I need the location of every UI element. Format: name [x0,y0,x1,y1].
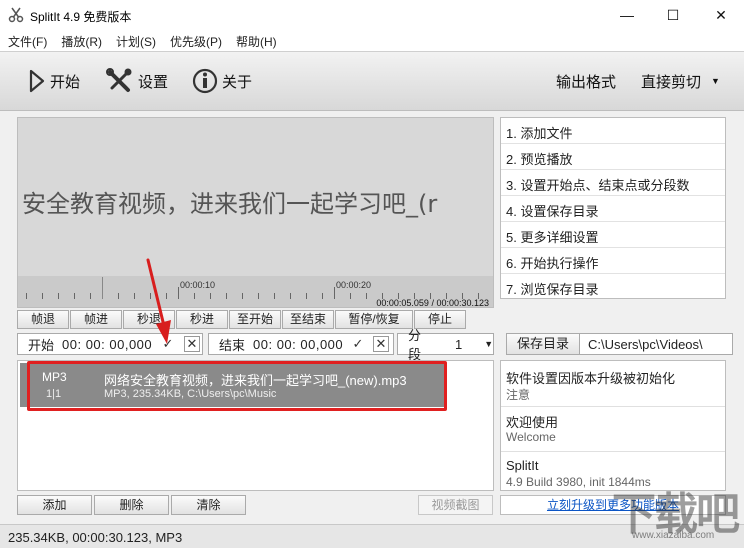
window-title: SplitIt 4.9 免费版本 [30,10,132,24]
minimize-button[interactable]: — [604,0,650,30]
settings-label: 设置 [138,73,169,91]
time-readout: 00:00:05.059 / 00:00:30.123 [376,298,489,308]
info-welcome-sub: Welcome [506,430,556,444]
video-snapshot-button[interactable]: 视频截图 [418,495,493,515]
menu-play[interactable]: 播放(R) [53,30,108,51]
set-end-check-icon[interactable]: ✓ [350,336,366,352]
save-directory-row: 保存目录 C:\Users\pc\Videos\ [506,333,733,355]
step-execute[interactable]: 6. 开始执行操作 [506,253,598,272]
split-label: 分段 [408,328,422,362]
dropdown-arrow-icon: ▼ [711,76,720,86]
step-add-file[interactable]: 1. 添加文件 [506,123,572,142]
info-icon [192,68,218,94]
video-preview[interactable]: 安全教育视频，进来我们一起学习吧_(r 00:00:10 00:00:20 00… [17,117,494,308]
play-icon [29,69,45,93]
scissors-app-icon [8,7,24,23]
toolbar: 开始 设置 关于 输出格式 直接剪切 ▼ [0,51,744,111]
info-welcome-title: 欢迎使用 [506,415,559,430]
start-label: 开始 [28,337,55,353]
split-dropdown-arrow-icon: ▼ [484,339,494,349]
split-count-value: 1 [455,336,463,352]
info-notice-title: 软件设置因版本升级被初始化 [506,371,676,386]
menu-help[interactable]: 帮助(H) [228,30,283,51]
end-time-field[interactable]: 结束 00: 00: 00,000 [208,333,394,355]
preview-caption: 安全教育视频，进来我们一起学习吧_(r [22,190,438,218]
settings-button[interactable]: 设置 [106,64,168,98]
info-app-title: SplitIt [506,458,539,473]
about-button[interactable]: 关于 [192,64,252,98]
save-directory-button[interactable]: 保存目录 [507,334,580,354]
end-label: 结束 [219,337,246,353]
clear-button[interactable]: 清除 [171,495,246,515]
step-set-points[interactable]: 3. 设置开始点、结束点或分段数 [506,175,689,194]
file-actions: 添加 删除 清除 [17,495,248,515]
about-label: 关于 [222,73,253,91]
info-panel: 软件设置因版本升级被初始化 注意 欢迎使用 Welcome SplitIt 4.… [500,360,726,491]
save-directory-path[interactable]: C:\Users\pc\Videos\ [588,337,703,352]
go-to-start-button[interactable]: 至开始 [229,310,281,329]
clear-start-icon[interactable]: ✕ [184,336,200,352]
timeline-label-20s: 00:00:20 [336,280,372,290]
highlight-annotation-box [27,361,447,411]
menu-schedule[interactable]: 计划(S) [108,30,162,51]
end-time-value: 00: 00: 00,000 [253,336,344,352]
timeline-label-10s: 00:00:10 [180,280,216,290]
add-button[interactable]: 添加 [17,495,92,515]
output-format-button[interactable]: 输出格式 [556,64,616,98]
second-forward-button[interactable]: 秒进 [176,310,228,329]
cut-mode-label: 直接剪切 [641,73,702,91]
start-button[interactable]: 开始 [28,64,80,98]
split-count-select[interactable]: 分段 1 ▼ [397,328,494,362]
step-preview[interactable]: 2. 预览播放 [506,149,572,168]
step-browse-directory[interactable]: 7. 浏览保存目录 [506,279,598,298]
menu-bar: 文件(F) 播放(R) 计划(S) 优先级(P) 帮助(H) [0,30,744,51]
status-text: 235.34KB, 00:00:30.123, MP3 [8,530,183,545]
menu-file[interactable]: 文件(F) [0,30,53,51]
close-button[interactable]: ✕ [698,0,744,30]
menu-priority[interactable]: 优先级(P) [162,30,228,51]
delete-button[interactable]: 删除 [94,495,169,515]
step-set-directory[interactable]: 4. 设置保存目录 [506,201,598,220]
timeline[interactable]: 00:00:10 00:00:20 00:00:05.059 / 00:00:3… [18,276,493,308]
start-label: 开始 [50,73,81,91]
go-to-end-button[interactable]: 至结束 [282,310,334,329]
maximize-button[interactable]: ☐ [650,0,696,30]
watermark-url: www.xiazaiba.com [632,530,715,541]
title-bar: SplitIt 4.9 免费版本 — ☐ ✕ [0,0,744,30]
cut-mode-dropdown[interactable]: 直接剪切 ▼ [641,64,720,98]
steps-panel: 1. 添加文件 2. 预览播放 3. 设置开始点、结束点或分段数 4. 设置保存… [500,117,726,299]
clear-end-icon[interactable]: ✕ [373,336,389,352]
step-more-settings[interactable]: 5. 更多详细设置 [506,227,598,246]
red-arrow-annotation [146,258,171,344]
info-notice-sub: 注意 [506,388,531,402]
tools-icon [106,68,132,92]
frame-back-button[interactable]: 帧退 [17,310,69,329]
frame-forward-button[interactable]: 帧进 [70,310,122,329]
